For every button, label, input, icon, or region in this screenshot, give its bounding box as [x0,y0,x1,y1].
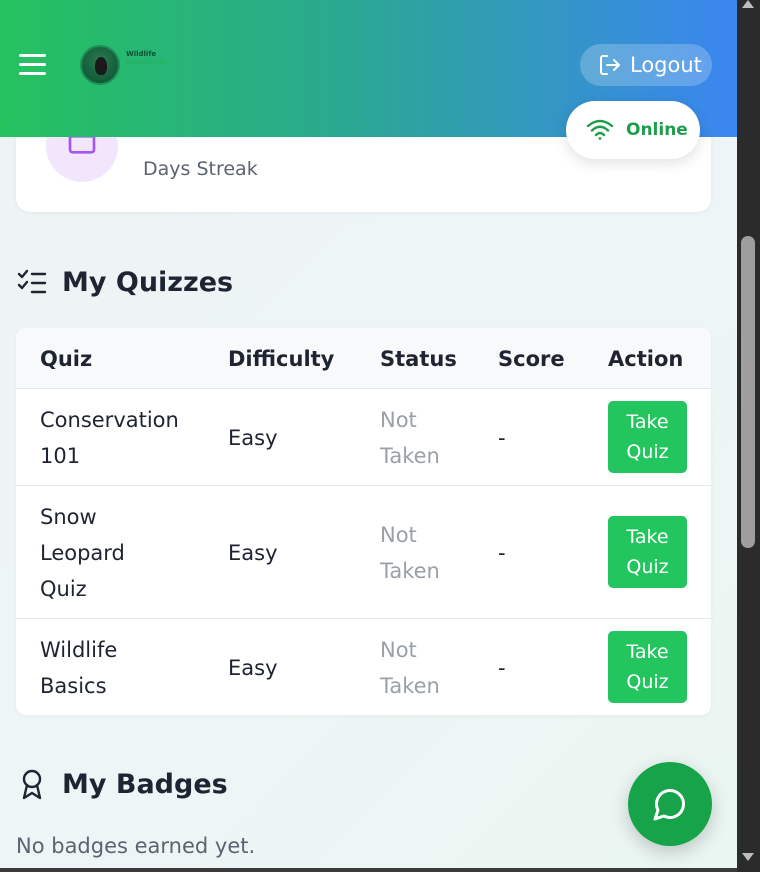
online-label: Online [626,120,688,140]
take-quiz-button[interactable]: Take Quiz [608,401,687,473]
quiz-name: Snow Leopard Quiz [40,505,125,601]
column-header-quiz: Quiz [40,347,93,371]
quiz-status: Not Taken [380,523,440,583]
quiz-difficulty: Easy [228,426,278,450]
quiz-score: - [498,426,506,450]
column-header-action: Action [608,347,684,371]
badges-title: My Badges [62,768,228,800]
table-header: Quiz Difficulty Status Score Action [16,328,711,389]
table-row: Wildlife Basics Easy Not Taken - Take Qu… [16,619,711,715]
column-header-difficulty: Difficulty [228,347,335,371]
vertical-scrollbar[interactable] [737,0,760,872]
column-header-score: Score [498,347,565,371]
table-row: Snow Leopard Quiz Easy Not Taken - Take … [16,486,711,619]
checklist-icon [17,269,47,294]
quiz-status: Not Taken [380,638,440,698]
no-badges-message: No badges earned yet. [16,834,256,858]
wifi-icon [586,119,614,140]
app-viewport: Days Streak Wildlife Guardians Logout On… [0,0,737,872]
scroll-down-arrow-icon[interactable] [742,853,754,861]
quiz-score: - [498,541,506,565]
hamburger-icon[interactable] [18,52,48,78]
quizzes-section-title: My Quizzes [16,266,233,298]
table-row: Conservation 101 Easy Not Taken - Take Q… [16,389,711,486]
take-quiz-button[interactable]: Take Quiz [608,631,687,703]
quiz-name: Conservation 101 [40,408,179,468]
window-bottom-edge [0,868,737,872]
logout-icon [600,55,620,75]
logout-button[interactable]: Logout [580,44,712,86]
logout-label: Logout [630,53,702,77]
online-status-badge: Online [566,101,700,159]
quiz-difficulty: Easy [228,656,278,680]
logo-emblem [80,45,120,85]
take-quiz-button[interactable]: Take Quiz [608,516,687,588]
quizzes-title: My Quizzes [62,266,234,298]
quiz-difficulty: Easy [228,541,278,565]
award-icon [22,769,42,800]
streak-label: Days Streak [143,158,258,180]
quiz-status: Not Taken [380,408,440,468]
scroll-thumb[interactable] [741,236,755,548]
quiz-name: Wildlife Basics [40,638,118,698]
badges-section-title: My Badges [16,768,228,800]
chat-bubble-icon [653,788,686,821]
quiz-table: Quiz Difficulty Status Score Action Cons… [16,328,711,715]
column-header-status: Status [380,347,457,371]
quiz-score: - [498,656,506,680]
scroll-up-arrow-icon[interactable] [742,0,754,8]
chat-button[interactable] [628,762,712,846]
app-logo[interactable]: Wildlife Guardians [78,44,173,88]
logo-text: Wildlife Guardians [126,50,167,66]
